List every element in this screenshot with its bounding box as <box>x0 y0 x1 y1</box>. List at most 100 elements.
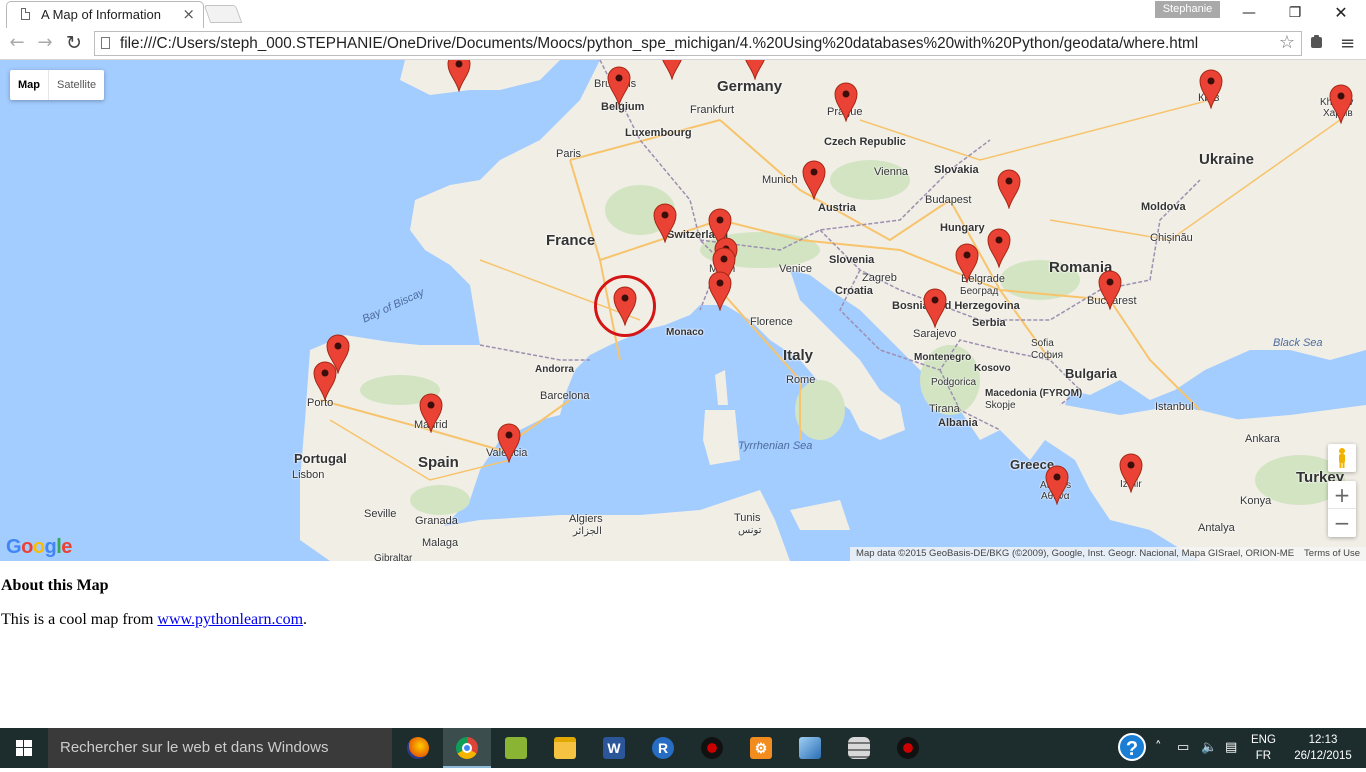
map-marker[interactable] <box>1199 69 1223 109</box>
map-marker[interactable] <box>1045 465 1069 505</box>
map-marker[interactable] <box>955 243 979 283</box>
label-montenegro: Montenegro <box>914 352 972 363</box>
r-taskbar-button[interactable]: R <box>639 728 687 768</box>
language-indicator[interactable]: ENG FR <box>1251 732 1276 764</box>
sourcetree-taskbar-button[interactable] <box>492 728 540 768</box>
label-venice: Venice <box>779 263 813 275</box>
label-tunis-arabic: تونس <box>738 525 762 536</box>
spider2-taskbar-button[interactable] <box>884 728 932 768</box>
new-tab-button[interactable] <box>203 5 243 23</box>
label-slovenia: Slovenia <box>829 254 875 266</box>
start-button[interactable] <box>0 728 48 768</box>
map-marker[interactable] <box>743 60 767 80</box>
network-icon[interactable]: ▭ <box>1177 740 1189 755</box>
file-explorer-taskbar-button[interactable] <box>541 728 589 768</box>
forward-button[interactable]: → <box>32 30 58 56</box>
pythonlearn-link[interactable]: www.pythonlearn.com <box>157 611 303 628</box>
settings-app-taskbar-button[interactable]: ⚙ <box>737 728 785 768</box>
highlight-circle <box>594 275 656 337</box>
minimize-button[interactable]: — <box>1226 0 1272 28</box>
label-frankfurt: Frankfurt <box>690 104 735 116</box>
firefox-taskbar-button[interactable] <box>394 728 442 768</box>
label-gibraltar: Gibraltar <box>374 553 413 561</box>
tab-title: A Map of Information <box>41 7 161 22</box>
label-sofia-cyrillic: София <box>1031 350 1064 361</box>
street-view-pegman-icon[interactable] <box>1328 444 1356 472</box>
zoom-out-button[interactable]: − <box>1328 509 1356 537</box>
word-taskbar-button[interactable]: W <box>590 728 638 768</box>
label-podgorica: Podgorica <box>931 377 977 388</box>
label-bulgaria: Bulgaria <box>1065 366 1118 381</box>
virtualbox-taskbar-button[interactable] <box>786 728 834 768</box>
word-icon: W <box>603 737 625 759</box>
map-marker[interactable] <box>802 160 826 200</box>
google-logo-letter: e <box>61 536 72 558</box>
map-marker[interactable] <box>607 66 631 106</box>
label-spain: Spain <box>418 454 459 471</box>
map-marker[interactable] <box>708 271 732 311</box>
label-germany: Germany <box>717 78 783 95</box>
database-taskbar-button[interactable] <box>835 728 883 768</box>
label-seville: Seville <box>364 508 397 520</box>
map-marker[interactable] <box>660 60 684 80</box>
google-logo-letter: o <box>32 536 45 558</box>
volume-icon[interactable]: 🔈 <box>1201 740 1217 755</box>
map-marker[interactable] <box>419 393 443 433</box>
google-logo-letter: o <box>21 536 33 558</box>
label-andorra: Andorra <box>535 364 574 375</box>
firefox-icon <box>407 737 429 759</box>
label-belgrade-cyrillic: Београд <box>960 286 999 297</box>
clock[interactable]: 12:13 26/12/2015 <box>1288 732 1358 764</box>
browser-toolbar: ← → ↻ file:///C:/Users/steph_000.STEPHAN… <box>0 28 1366 60</box>
spider-taskbar-button[interactable] <box>688 728 736 768</box>
label-croatia: Croatia <box>835 285 873 297</box>
map-marker[interactable] <box>653 203 677 243</box>
profile-button[interactable]: Stephanie <box>1155 1 1220 18</box>
chevron-up-icon[interactable]: ˄ <box>1155 740 1162 755</box>
label-hungary: Hungary <box>940 222 985 234</box>
label-lisbon: Lisbon <box>292 469 325 481</box>
zoom-in-button[interactable]: + <box>1328 481 1356 509</box>
map-marker[interactable] <box>497 423 521 463</box>
google-map[interactable]: Germany France Spain Portugal Italy Ukra… <box>0 60 1366 561</box>
map-marker[interactable] <box>834 82 858 122</box>
map-type-control: Map Satellite <box>10 70 105 100</box>
label-slovakia: Slovakia <box>934 164 979 176</box>
close-window-button[interactable]: ✕ <box>1318 0 1364 28</box>
tab-close-icon[interactable]: × <box>182 5 195 23</box>
map-marker[interactable] <box>987 228 1011 268</box>
browser-tab[interactable]: A Map of Information × <box>6 1 204 28</box>
google-logo-letter: g <box>44 536 57 558</box>
label-albania: Albania <box>938 417 978 429</box>
map-type-satellite-button[interactable]: Satellite <box>49 70 104 100</box>
label-austria: Austria <box>818 202 856 214</box>
extension-icon[interactable] <box>1309 34 1325 50</box>
chrome-menu-icon[interactable]: ≡ <box>1340 33 1355 54</box>
reload-button[interactable]: ↻ <box>61 30 87 56</box>
clock-time: 12:13 <box>1308 734 1338 746</box>
label-luxembourg: Luxembourg <box>625 127 692 139</box>
label-macedonia: Macedonia (FYROM) <box>985 388 1083 399</box>
terms-of-use-link[interactable]: Terms of Use <box>1304 548 1360 559</box>
restore-button[interactable]: ❐ <box>1272 0 1318 28</box>
map-marker[interactable] <box>447 60 471 92</box>
map-marker[interactable] <box>997 169 1021 209</box>
map-type-map-button[interactable]: Map <box>10 70 49 100</box>
map-marker[interactable] <box>1098 270 1122 310</box>
back-button[interactable]: ← <box>4 30 30 56</box>
about-text-end: . <box>303 611 308 628</box>
bookmark-star-icon[interactable]: ☆ <box>1279 32 1295 53</box>
taskbar-search-box[interactable]: Rechercher sur le web et dans Windows <box>48 728 392 768</box>
map-marker[interactable] <box>1119 453 1143 493</box>
map-marker[interactable] <box>923 288 947 328</box>
label-vienna: Vienna <box>874 166 909 178</box>
url-text[interactable]: file:///C:/Users/steph_000.STEPHANIE/One… <box>120 35 1198 53</box>
help-icon[interactable]: ? <box>1118 733 1146 761</box>
action-center-icon[interactable]: ▤ <box>1225 740 1237 755</box>
chrome-taskbar-button[interactable] <box>443 728 491 768</box>
virtualbox-icon <box>799 737 821 759</box>
map-marker[interactable] <box>313 361 337 401</box>
windows-logo-icon <box>16 740 32 756</box>
address-bar[interactable]: file:///C:/Users/steph_000.STEPHANIE/One… <box>94 31 1302 56</box>
map-marker[interactable] <box>1329 84 1353 124</box>
